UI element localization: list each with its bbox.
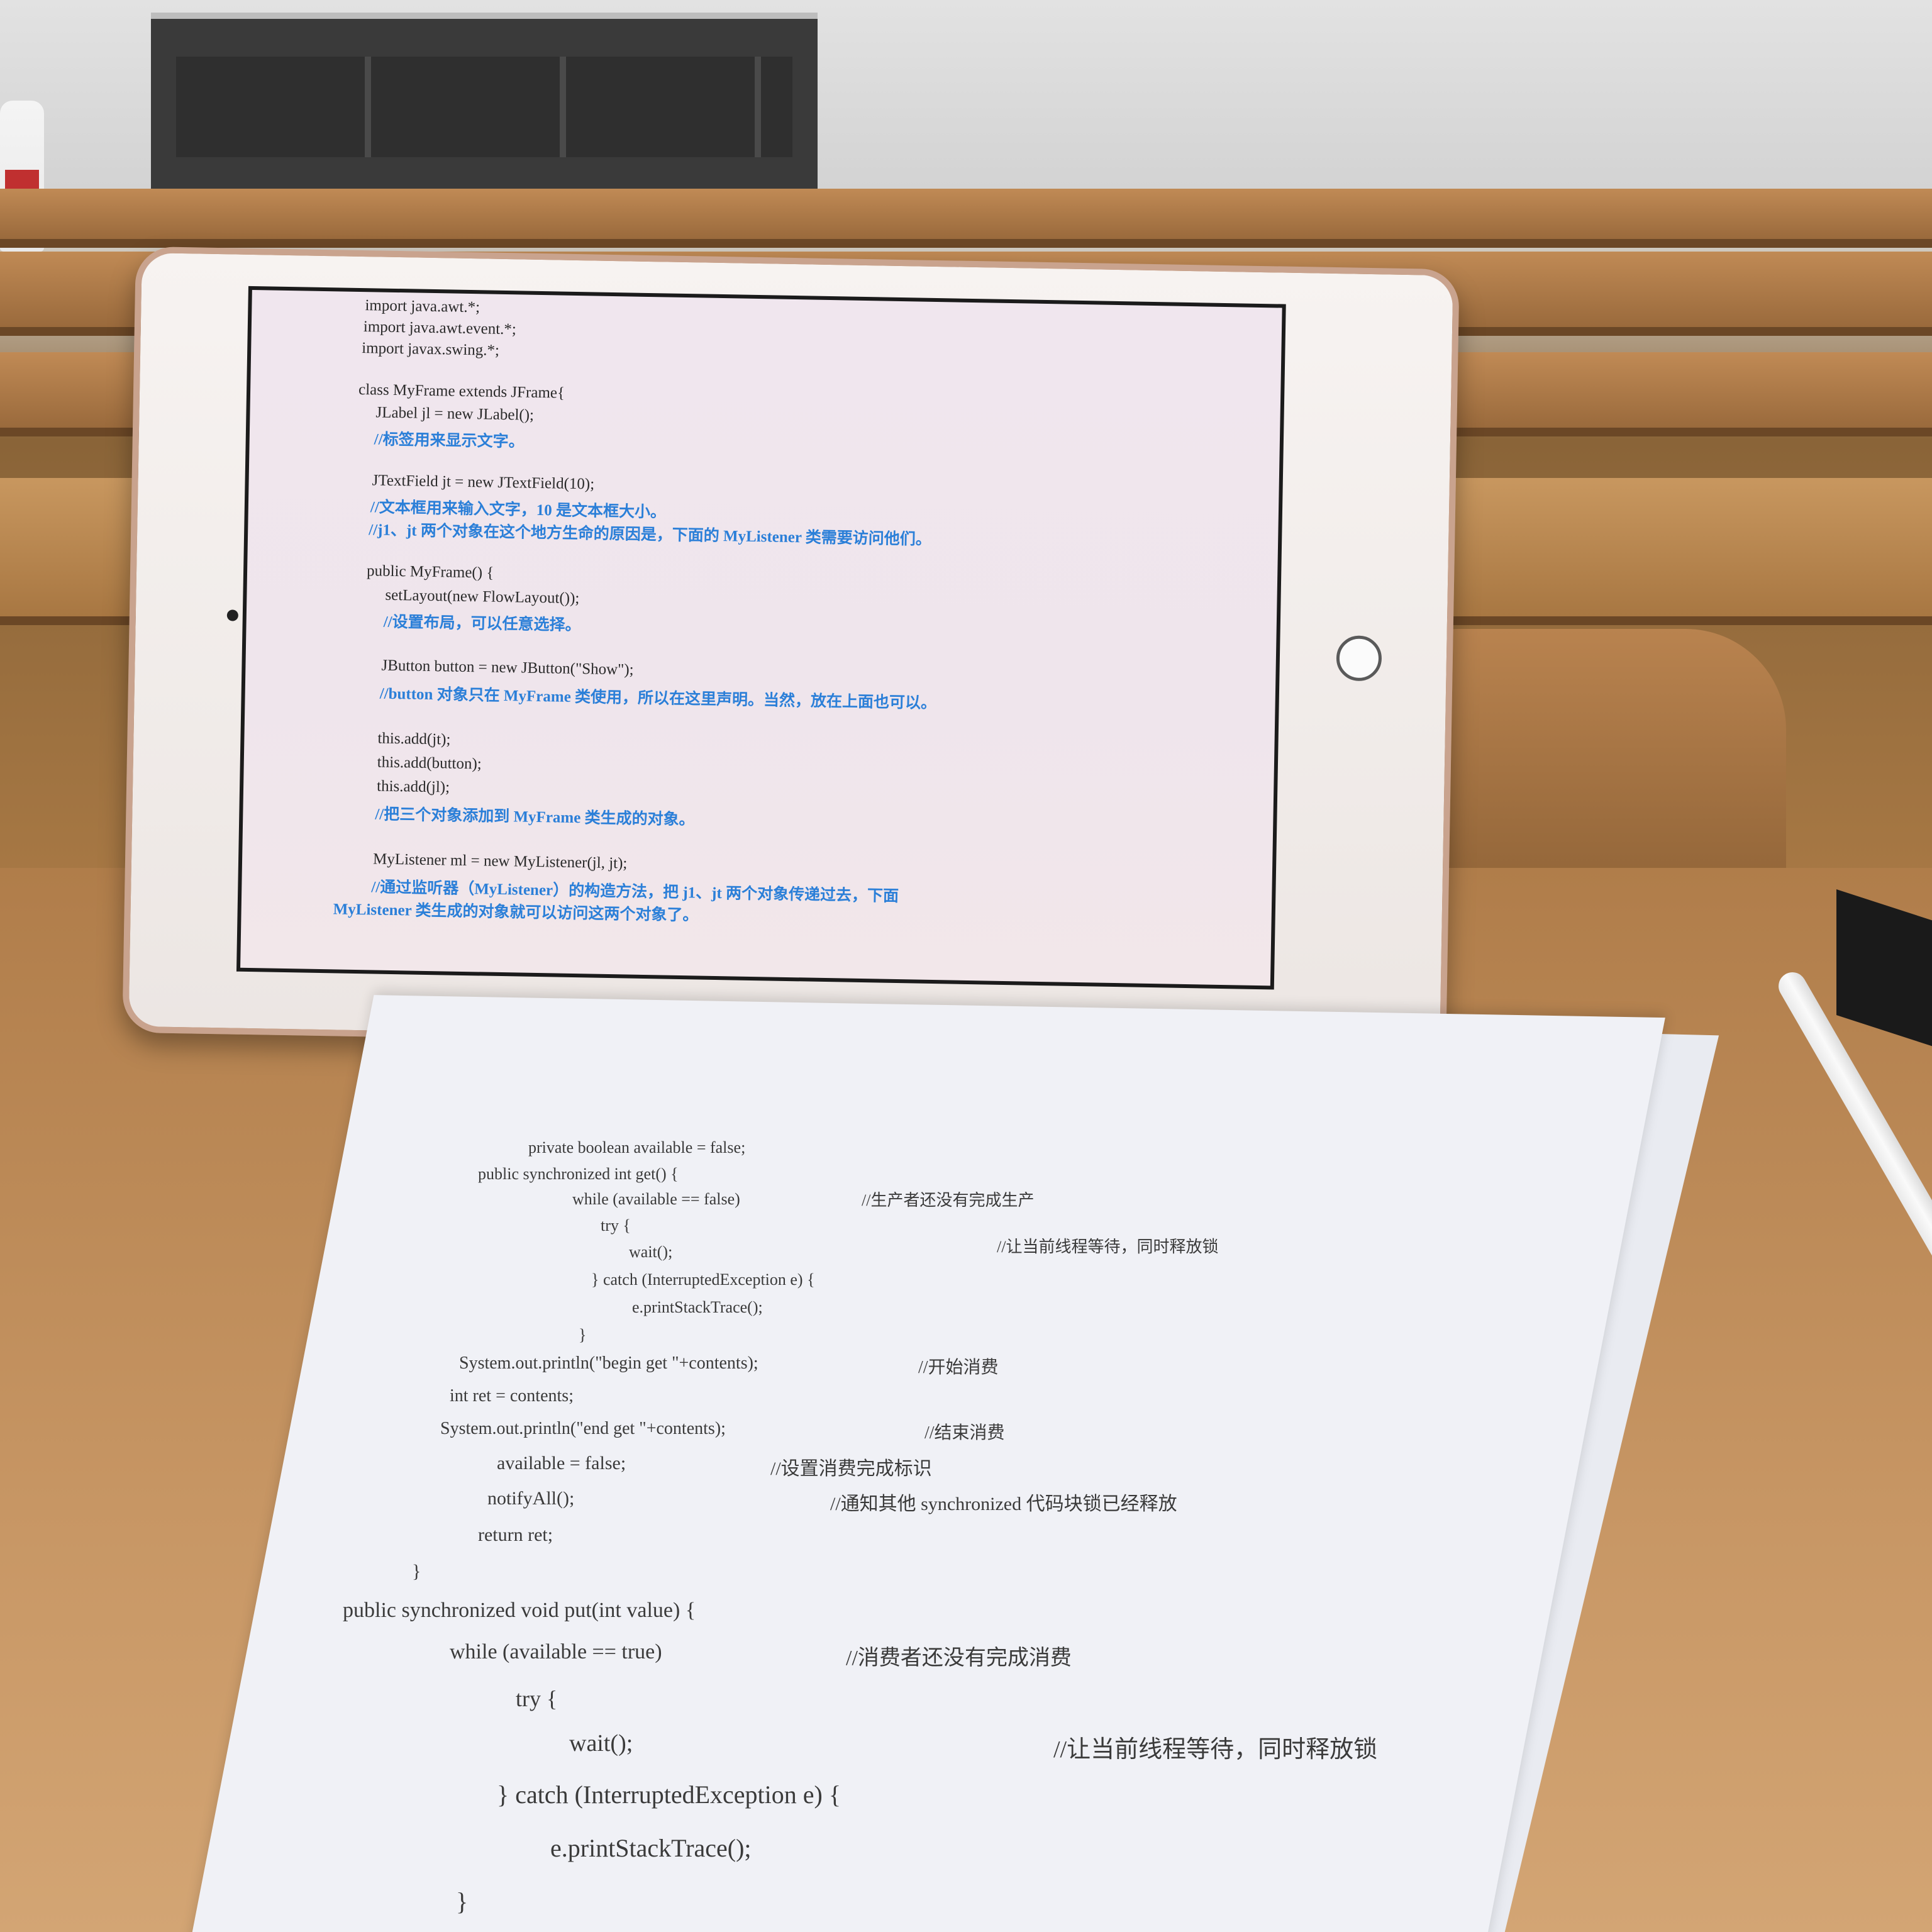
home-button[interactable]	[1336, 635, 1382, 682]
paper-code-line: notifyAll();	[487, 1488, 575, 1509]
paper-code-line: try {	[601, 1216, 631, 1235]
code-comment: //j1、jt 两个对象在这个地方生命的原因是，下面的 MyListener 类…	[369, 521, 931, 548]
code-comment: //把三个对象添加到 MyFrame 类生成的对象。	[375, 806, 695, 829]
code-line: public MyFrame() {	[366, 562, 494, 582]
paper-code-line: }	[456, 1887, 469, 1916]
desk-row	[0, 189, 1932, 248]
paper-comment: //消费者还没有完成消费	[846, 1646, 1072, 1670]
code-line: JTextField jt = new JTextField(10);	[372, 472, 595, 493]
paper-comment: //让当前线程等待，同时释放锁	[1053, 1736, 1378, 1763]
paper-comment: //结束消费	[924, 1423, 1005, 1443]
paper-code-line: while (available == true)	[450, 1640, 662, 1663]
printed-paper: private boolean available = false; publi…	[0, 995, 1932, 1932]
paper-code-line: public synchronized void put(int value) …	[343, 1599, 696, 1622]
tablet: import java.awt.*; import java.awt.event…	[122, 246, 1460, 1056]
paper-code-line: while (available == false)	[572, 1190, 740, 1208]
paper-comment: //让当前线程等待，同时释放锁	[997, 1238, 1219, 1256]
paper-code-line: e.printStackTrace();	[632, 1298, 763, 1316]
paper-code-line: System.out.println("end get "+contents);	[440, 1419, 726, 1438]
paper-comment: //设置消费完成标识	[770, 1458, 932, 1479]
code-line: setLayout(new FlowLayout());	[385, 586, 580, 608]
photo-scene: import java.awt.*; import java.awt.event…	[0, 0, 1932, 1932]
camera-icon	[226, 609, 239, 621]
code-line: this.add(jt);	[377, 730, 451, 748]
paper-code-line: }	[579, 1326, 587, 1344]
paper-code-line: try {	[516, 1686, 558, 1711]
code-line: import javax.swing.*;	[362, 340, 500, 359]
paper-code-line: }	[412, 1561, 421, 1582]
paper-code-line: available = false;	[497, 1453, 626, 1474]
paper-code-line: public synchronized int get() {	[478, 1165, 679, 1183]
code-line: JButton button = new JButton("Show");	[381, 657, 634, 679]
paper-comment: //通知其他 synchronized 代码块锁已经释放	[830, 1494, 1177, 1514]
paper-code-line: } catch (InterruptedException e) {	[497, 1780, 841, 1809]
paper-code-line: } catch (InterruptedException e) {	[591, 1270, 815, 1289]
code-line: MyListener ml = new MyListener(jl, jt);	[372, 850, 628, 872]
code-line: this.add(jl);	[376, 777, 450, 796]
code-line: class MyFrame extends JFrame{	[358, 380, 565, 402]
code-line: import java.awt.event.*;	[363, 318, 517, 338]
paper-code-line: wait();	[569, 1730, 633, 1757]
paper-code-line: e.printStackTrace();	[550, 1834, 752, 1862]
paper-code-line: private boolean available = false;	[528, 1138, 746, 1157]
code-comment: //设置布局，可以任意选择。	[383, 613, 581, 635]
paper-comment: //开始消费	[918, 1358, 999, 1377]
paper-code-line: int ret = contents;	[450, 1386, 574, 1406]
paper-code-line: wait();	[629, 1243, 673, 1261]
paper-code-line: return ret;	[478, 1524, 553, 1545]
paper-code-line: System.out.println("begin get "+contents…	[459, 1353, 758, 1373]
code-line: JLabel jl = new JLabel();	[375, 404, 535, 424]
tablet-screen: import java.awt.*; import java.awt.event…	[236, 286, 1286, 990]
code-line: this.add(button);	[377, 753, 482, 773]
code-comment: //button 对象只在 MyFrame 类使用，所以在这里声明。当然，放在上…	[379, 685, 937, 713]
code-comment: //标签用来显示文字。	[374, 431, 525, 451]
code-line: import java.awt.*;	[365, 297, 480, 316]
blackboard	[151, 13, 818, 189]
paper-comment: //生产者还没有完成生产	[862, 1191, 1035, 1209]
